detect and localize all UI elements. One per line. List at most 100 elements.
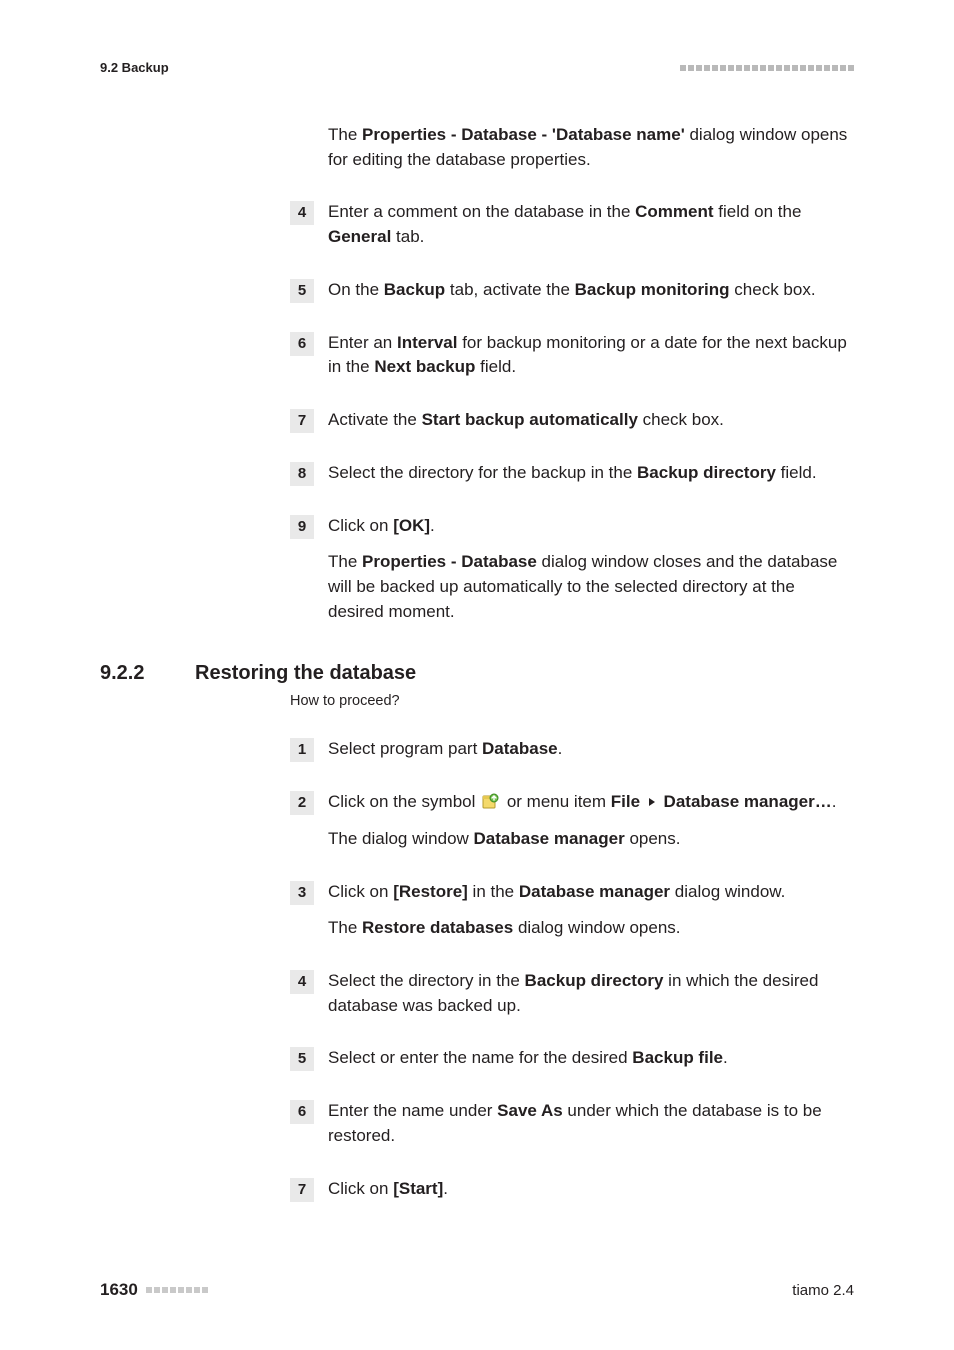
text-bold: Backup directory xyxy=(525,971,664,990)
step-number-badge: 5 xyxy=(290,1047,314,1071)
footer-decorative-dashes xyxy=(146,1287,208,1293)
text: tab. xyxy=(391,227,424,246)
step-line: On the Backup tab, activate the Backup m… xyxy=(328,278,854,303)
howto-label: How to proceed? xyxy=(290,693,854,709)
text: The xyxy=(328,552,362,571)
step-number-badge: 4 xyxy=(290,970,314,994)
text: . xyxy=(443,1179,448,1198)
text-bold: Properties - Database - 'Database name' xyxy=(362,125,685,144)
step-number-badge: 4 xyxy=(290,201,314,225)
text: Enter an xyxy=(328,333,397,352)
text-bold: Comment xyxy=(635,202,713,221)
step: 6 Enter an Interval for backup monitoring… xyxy=(290,331,854,380)
section-heading: 9.2.2 Restoring the database xyxy=(100,662,854,685)
text: field. xyxy=(776,463,817,482)
text: dialog window opens. xyxy=(513,918,680,937)
step-number-badge: 1 xyxy=(290,738,314,762)
step-line: Activate the Start backup automatically … xyxy=(328,408,854,433)
text-bold: Database xyxy=(482,739,558,758)
text-bold: General xyxy=(328,227,391,246)
step-b4: 4 Select the directory in the Backup dir… xyxy=(290,969,854,1018)
step-result: The dialog window Database manager opens… xyxy=(328,827,854,852)
text: Click on the symbol xyxy=(328,792,480,811)
text: Select program part xyxy=(328,739,482,758)
database-manager-icon xyxy=(482,793,500,809)
step-number-badge: 9 xyxy=(290,515,314,539)
text: check box. xyxy=(730,280,816,299)
text-bold: Backup directory xyxy=(637,463,776,482)
step-number-badge: 6 xyxy=(290,332,314,356)
step-line: Click on [OK]. xyxy=(328,514,854,539)
page-number: 1630 xyxy=(100,1280,138,1300)
text: Click on xyxy=(328,882,393,901)
step-9: 9 Click on [OK]. The Properties - Databa… xyxy=(290,514,854,625)
step-number-badge: 8 xyxy=(290,462,314,486)
section-number: 9.2.2 xyxy=(100,662,195,685)
step-result: The Properties - Database dialog window … xyxy=(328,550,854,624)
step: 7 Activate the Start backup automatically… xyxy=(290,408,854,433)
text: check box. xyxy=(638,410,724,429)
text: opens. xyxy=(625,829,681,848)
text: . xyxy=(832,792,837,811)
text-bold: Database manager xyxy=(474,829,625,848)
step: 8 Select the directory for the backup in … xyxy=(290,461,854,486)
step-b6: 6 Enter the name under Save As under whi… xyxy=(290,1099,854,1148)
step: 5 On the Backup tab, activate the Backup … xyxy=(290,278,854,303)
text: tab, activate the xyxy=(445,280,574,299)
step-b1: 1 Select program part Database. xyxy=(290,737,854,762)
step-b3: 3 Click on [Restore] in the Database man… xyxy=(290,880,854,941)
step-line: Enter the name under Save As under which… xyxy=(328,1099,854,1148)
step-line: Enter an Interval for backup monitoring … xyxy=(328,331,854,380)
page-footer: 1630 tiamo 2.4 xyxy=(100,1280,854,1300)
text-bold: [Start] xyxy=(393,1179,443,1198)
text-bold: Backup file xyxy=(632,1048,723,1067)
text: . xyxy=(723,1048,728,1067)
step-body: Click on [Start]. xyxy=(328,1177,854,1202)
step-body: Click on the symbol or menu item File Da… xyxy=(328,790,854,851)
step-body: Enter the name under Save As under which… xyxy=(328,1099,854,1148)
footer-product: tiamo 2.4 xyxy=(792,1282,854,1299)
text: The dialog window xyxy=(328,829,474,848)
text-bold: Database manager… xyxy=(664,792,832,811)
step-body: Select or enter the name for the desired… xyxy=(328,1046,854,1071)
text: field on the xyxy=(714,202,802,221)
text: Select or enter the name for the desired xyxy=(328,1048,632,1067)
text-bold: [OK] xyxy=(393,516,430,535)
text: in the xyxy=(468,882,519,901)
text-bold: Next backup xyxy=(374,357,475,376)
step-number-badge: 7 xyxy=(290,409,314,433)
step-line: Select the directory in the Backup direc… xyxy=(328,969,854,1018)
text: Select the directory for the backup in t… xyxy=(328,463,637,482)
section-title: Restoring the database xyxy=(195,662,416,685)
text-bold: Restore databases xyxy=(362,918,513,937)
step-line: Select or enter the name for the desired… xyxy=(328,1046,854,1071)
text-bold: Save As xyxy=(497,1101,563,1120)
page: 9.2 Backup The Properties - Database - '… xyxy=(0,0,954,1350)
menu-path-arrow-icon xyxy=(648,797,656,807)
text: Click on xyxy=(328,516,393,535)
step-body: Click on [OK]. The Properties - Database… xyxy=(328,514,854,625)
content-area: The Properties - Database - 'Database na… xyxy=(290,123,854,624)
step-body: Select the directory in the Backup direc… xyxy=(328,969,854,1018)
step: 4 Enter a comment on the database in the … xyxy=(290,200,854,249)
step-line: Enter a comment on the database in the C… xyxy=(328,200,854,249)
header-section-ref: 9.2 Backup xyxy=(100,60,169,75)
step-b7: 7 Click on [Start]. xyxy=(290,1177,854,1202)
text-bold: Interval xyxy=(397,333,457,352)
text-bold: [Restore] xyxy=(393,882,468,901)
step-line: Click on the symbol or menu item File Da… xyxy=(328,790,854,815)
step-body: Enter an Interval for backup monitoring … xyxy=(328,331,854,380)
text: . xyxy=(430,516,435,535)
text: field. xyxy=(475,357,516,376)
step-line: Select program part Database. xyxy=(328,737,854,762)
step-body: On the Backup tab, activate the Backup m… xyxy=(328,278,854,303)
header-decorative-dashes xyxy=(680,65,854,71)
step-body: Activate the Start backup automatically … xyxy=(328,408,854,433)
intro-paragraph: The Properties - Database - 'Database na… xyxy=(328,123,854,172)
text: Enter a comment on the database in the xyxy=(328,202,635,221)
text: The xyxy=(328,918,362,937)
step-number-badge: 5 xyxy=(290,279,314,303)
text: dialog window. xyxy=(670,882,785,901)
text-bold: Start backup automatically xyxy=(422,410,638,429)
text-bold: Backup monitoring xyxy=(575,280,730,299)
